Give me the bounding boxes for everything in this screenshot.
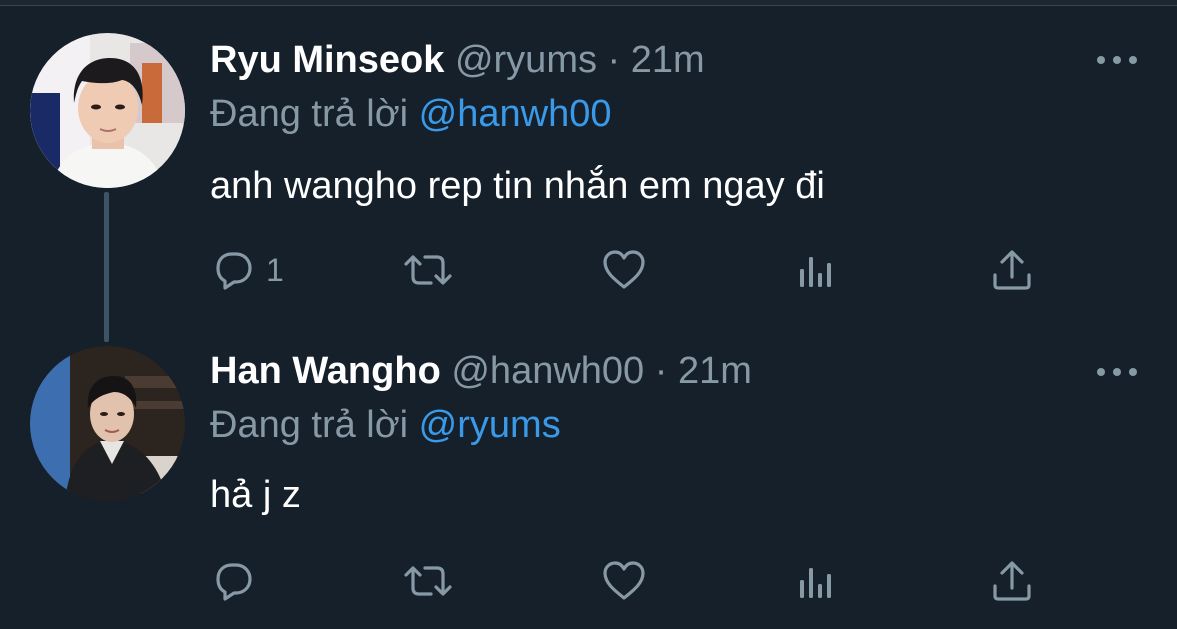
analytics-button[interactable]	[795, 244, 839, 296]
retweet-button[interactable]	[400, 555, 456, 607]
reply-count: 1	[266, 251, 284, 288]
user-handle[interactable]: @hanwh00	[451, 350, 644, 392]
retweet-icon	[404, 566, 452, 596]
timestamp[interactable]: 21m	[631, 39, 705, 81]
more-horizontal-icon[interactable]	[1097, 53, 1137, 67]
separator-dot: ·	[607, 39, 621, 81]
share-icon	[993, 250, 1031, 290]
reply-button[interactable]: 1	[210, 244, 284, 296]
share-button[interactable]	[990, 244, 1034, 296]
display-name[interactable]: Han Wangho	[210, 350, 441, 392]
retweet-button[interactable]	[400, 244, 456, 296]
user-handle[interactable]: @ryums	[455, 39, 597, 81]
avatar-photo-han	[30, 346, 185, 501]
replying-to-handle[interactable]: @hanwh00	[419, 93, 612, 135]
tweet-item[interactable]: Han Wangho @hanwh00 · 21m Đang trả lời @…	[0, 320, 1177, 629]
like-button[interactable]	[600, 555, 648, 607]
avatar[interactable]	[30, 346, 185, 501]
heart-icon	[603, 561, 645, 600]
analytics-icon	[800, 568, 831, 598]
share-icon	[993, 561, 1031, 601]
replying-to-label: Đang trả lời	[210, 93, 409, 135]
tweet-text: anh wangho rep tin nhắn em ngay đi	[210, 165, 825, 207]
tweet-header: Ryu Minseok @ryums · 21m	[210, 37, 705, 83]
display-name[interactable]: Ryu Minseok	[210, 39, 444, 81]
timestamp[interactable]: 21m	[678, 350, 752, 392]
like-button[interactable]	[600, 244, 648, 296]
reply-bubble-icon	[216, 252, 252, 290]
analytics-icon	[800, 257, 831, 287]
avatar[interactable]	[30, 33, 185, 188]
share-button[interactable]	[990, 555, 1034, 607]
separator-dot: ·	[654, 350, 668, 392]
reply-bubble-icon	[216, 563, 252, 601]
heart-icon	[603, 250, 645, 289]
replying-to: Đang trả lời @ryums	[210, 402, 561, 448]
retweet-icon	[404, 255, 452, 285]
analytics-button[interactable]	[795, 555, 839, 607]
tweet-header: Han Wangho @hanwh00 · 21m	[210, 348, 752, 394]
replying-to: Đang trả lời @hanwh00	[210, 91, 612, 137]
tweet-text: hả j z	[210, 474, 301, 516]
avatar-photo-ryu	[30, 33, 185, 188]
reply-button[interactable]	[210, 555, 266, 607]
more-horizontal-icon[interactable]	[1097, 365, 1137, 379]
replying-to-label: Đang trả lời	[210, 404, 409, 446]
tweet-item[interactable]: Ryu Minseok @ryums · 21m Đang trả lời @h…	[0, 0, 1177, 320]
tweet-actions	[210, 555, 1040, 607]
replying-to-handle[interactable]: @ryums	[419, 404, 561, 446]
tweet-actions: 1	[210, 244, 1040, 296]
